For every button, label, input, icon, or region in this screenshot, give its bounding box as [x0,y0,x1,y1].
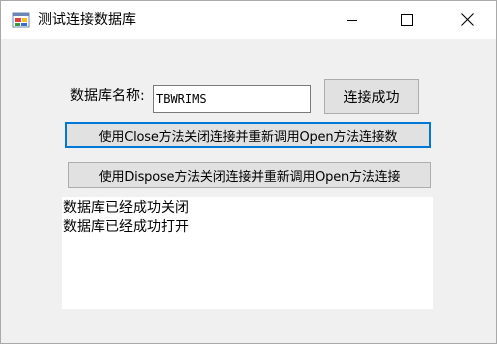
status-button-label: 连接成功 [343,89,400,106]
dispose-reopen-button[interactable]: 使用Dispose方法关闭连接并重新调用Open方法连接 [68,162,431,188]
maximize-button[interactable] [384,1,430,39]
form-client-area: 数据库名称: TBWRIMS 连接成功 使用Close方法关闭连接并重新调用Op… [1,39,496,343]
output-line: 数据库已经成功打开 [63,219,189,235]
db-name-input[interactable]: TBWRIMS [153,85,311,113]
window-title: 测试连接数据库 [38,12,136,28]
output-textbox[interactable]: 数据库已经成功关闭 数据库已经成功打开 [62,197,433,309]
dispose-reopen-button-label: 使用Dispose方法关闭连接并重新调用Open方法连接 [98,169,401,185]
minimize-button[interactable] [329,1,375,39]
close-button[interactable] [444,1,490,39]
db-name-label: 数据库名称: [70,88,145,104]
minimize-icon [346,11,358,30]
output-line: 数据库已经成功关闭 [63,200,189,216]
app-form-icon [12,11,30,29]
status-button[interactable]: 连接成功 [324,79,419,114]
close-reopen-button-label: 使用Close方法关闭连接并重新调用Open方法连接数 [98,129,398,145]
close-icon [460,11,474,30]
close-reopen-button[interactable]: 使用Close方法关闭连接并重新调用Open方法连接数 [65,122,431,148]
maximize-icon [401,11,413,30]
app-window: 测试连接数据库 数据库名称: TBWRIMS 连接成功 使用Close方法关闭连… [0,0,497,344]
title-bar[interactable]: 测试连接数据库 [1,1,496,39]
